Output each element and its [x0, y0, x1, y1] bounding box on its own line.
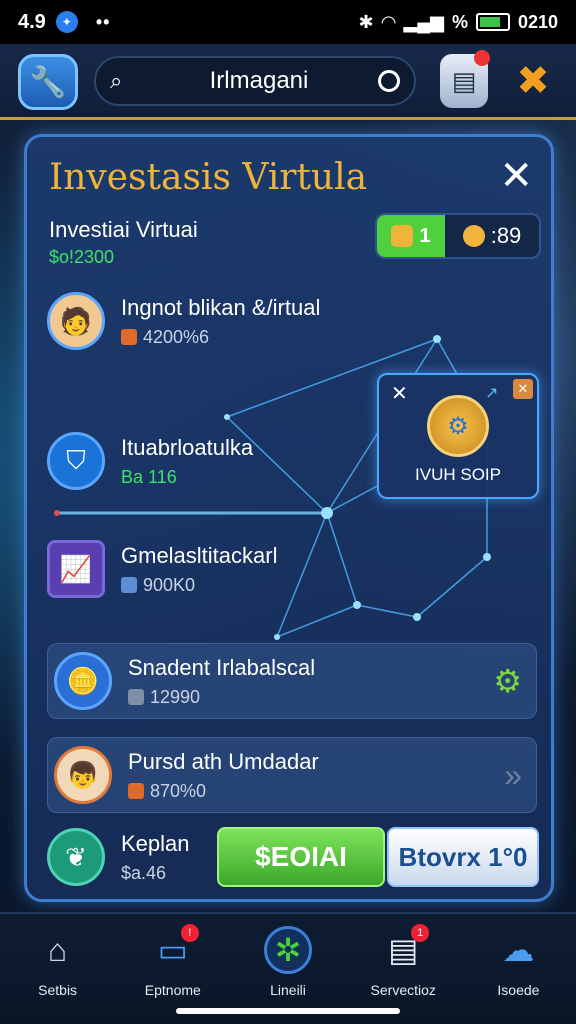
avatar: 👦: [54, 746, 112, 804]
cloud-icon: ☁: [502, 932, 535, 968]
close-icon: ✖: [516, 59, 550, 103]
battery-icon: [475, 13, 510, 31]
close-app-button[interactable]: ✖: [510, 58, 556, 104]
notification-badge: !: [180, 924, 199, 942]
value-text: 900K0: [143, 574, 196, 595]
record-icon[interactable]: [378, 70, 400, 92]
currency-pill[interactable]: 1 :89: [375, 213, 541, 259]
list-item-value: 900K0: [121, 575, 277, 596]
avatar: 🧑: [47, 292, 105, 350]
nav-item-home[interactable]: ⌂ Setbis: [0, 914, 115, 1024]
search-icon: ⌕: [110, 68, 123, 93]
list-item-name: Gmelasltitackarl: [121, 542, 278, 568]
status-percent: %: [451, 11, 468, 32]
list-item-name: Ingnot blikan &/irtual: [121, 294, 321, 320]
shield-icon: ⛉: [47, 432, 105, 490]
list-item-name: Ituabrloatulka: [121, 434, 254, 460]
status-time: 4.9: [18, 10, 46, 33]
notification-badge: 1: [411, 924, 430, 942]
notification-app-icon: ✦: [55, 11, 78, 33]
document-icon: ▤ 1: [379, 924, 430, 974]
home-icon: ⌂: [47, 931, 68, 968]
list-item-name: Keplan: [121, 830, 190, 856]
arrow-icon: ↗: [485, 385, 499, 402]
gem-counter: 1: [377, 215, 445, 257]
reward-popup[interactable]: ✕ ↗ ✕ ⚙ IVUH SOIP: [377, 373, 539, 499]
search-bar[interactable]: ⌕ Irlmagani: [94, 56, 416, 106]
list-item[interactable]: 🧑 Ingnot blikan &/irtual 4200%6: [47, 283, 537, 359]
gear-coin-icon: ⚙: [427, 395, 489, 457]
status-bar: 4.9 ✦ •• ✱ ◠ ▂▄▆ % 0210: [0, 0, 576, 44]
value-text: 870%0: [150, 780, 207, 801]
value-text: 12990: [150, 686, 201, 707]
panel-title: Investasis Virtula: [49, 157, 368, 198]
monitor-icon: ▭!: [149, 924, 199, 974]
nav-label: Eptnome: [144, 982, 201, 998]
secondary-action-button[interactable]: Btovrx 1°0: [387, 827, 539, 887]
leaf-icon: ❦: [47, 828, 105, 886]
panel-subtitle: Investiai Virtuai: [49, 217, 198, 242]
inbox-button[interactable]: ▤: [440, 50, 490, 108]
value-text: 4200%6: [143, 326, 210, 347]
list-item[interactable]: 👦 Pursd ath Umdadar 870%0 »: [47, 737, 537, 813]
list-item[interactable]: 📈 Gmelasltitackarl 900K0: [47, 531, 537, 607]
nav-item-cloud[interactable]: ☁ Isoede: [461, 914, 576, 1024]
chevron-right-icon[interactable]: »: [504, 757, 522, 794]
corner-badge-icon: ✕: [513, 379, 533, 399]
list-item-value: 4200%6: [121, 327, 320, 348]
list-item-name: Snadent Irlabalscal: [128, 654, 316, 680]
chart-icon: 📈: [47, 540, 105, 598]
list-item-value: 870%0: [128, 781, 319, 802]
list-item-name: Pursd ath Umdadar: [128, 748, 319, 774]
nav-label: Lineili: [270, 982, 306, 998]
primary-action-button[interactable]: $EOIAI: [217, 827, 385, 887]
top-bar: 🔧 ⌕ Irlmagani ▤ ✖: [0, 44, 576, 120]
tag-icon: [128, 783, 144, 799]
gold-icon: 🪙: [54, 652, 112, 710]
tools-button[interactable]: 🔧: [18, 54, 78, 110]
nav-label: Servectioz: [370, 982, 436, 998]
nav-label: Setbis: [38, 982, 78, 998]
list-item-value: Ba 116: [121, 466, 177, 487]
tag-icon: [128, 689, 144, 705]
leaf-icon: ✲: [264, 926, 312, 974]
investment-panel: Investasis Virtula ✕ Investiai Virtuai $…: [24, 134, 554, 902]
popup-label: IVUH SOIP: [415, 465, 501, 484]
coin-counter: :89: [445, 215, 539, 257]
panel-close-button[interactable]: ✕: [499, 153, 533, 199]
tag-icon: [121, 577, 137, 593]
wrench-icon: 🔧: [29, 65, 67, 99]
home-indicator[interactable]: [176, 1008, 400, 1014]
notification-dot: [474, 50, 490, 66]
popup-close-icon[interactable]: ✕: [391, 381, 408, 406]
coin-count: :89: [490, 223, 522, 248]
signal-icon: ▂▄▆: [403, 11, 444, 32]
status-clock: 0210: [517, 11, 558, 32]
list-item-value: $a.46: [121, 862, 167, 883]
panel-balance: $o!2300: [49, 247, 115, 267]
list-item-value: 12990: [128, 687, 315, 708]
status-right: ✱ ◠ ▂▄▆ % 0210: [359, 12, 558, 33]
list-item[interactable]: 🪙 Snadent Irlabalscal 12990 ⚙: [47, 643, 537, 719]
wifi-icon: ◠: [381, 11, 396, 32]
tag-icon: [121, 329, 137, 345]
search-input[interactable]: Irlmagani: [140, 67, 378, 95]
treasure-icon: [391, 225, 414, 247]
settings-gear-icon[interactable]: ⚙: [493, 662, 522, 700]
nav-label: Isoede: [497, 982, 540, 998]
bluetooth-icon: ✱: [358, 11, 374, 32]
gem-count: 1: [419, 224, 431, 247]
coin-icon: [462, 225, 485, 247]
inbox-icon: ▤: [451, 65, 477, 96]
more-notifications-icon: ••: [95, 11, 111, 32]
list-item[interactable]: ❦ Keplan $a.46: [47, 819, 217, 895]
